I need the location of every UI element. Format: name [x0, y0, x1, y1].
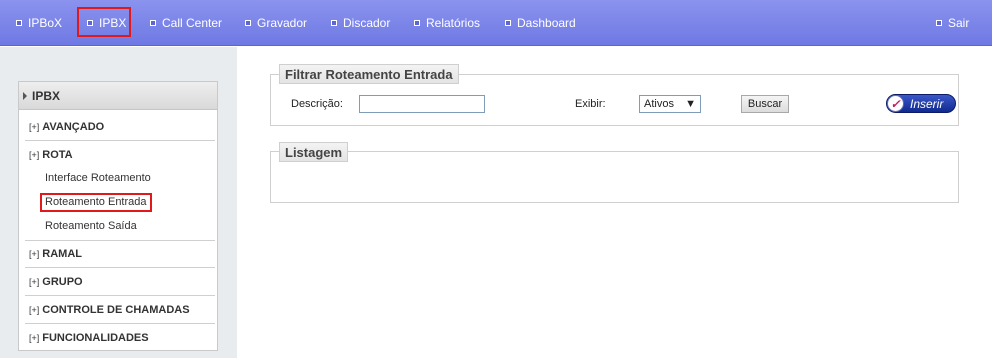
sidebar-header-label: IPBX [32, 88, 61, 103]
nav-item-dashboard[interactable]: Dashboard [505, 15, 576, 31]
bullet-icon [505, 20, 511, 26]
expand-icon: [+] [29, 150, 40, 160]
nav-item-label: Gravador [257, 16, 308, 30]
descricao-input[interactable] [359, 95, 485, 113]
insert-button-label: Inserir [910, 96, 944, 111]
search-button-label: Buscar [747, 98, 783, 110]
filter-panel-title: Filtrar Roteamento Entrada [279, 64, 459, 84]
nav-item-logout[interactable]: Sair [936, 15, 969, 31]
sidebar-group-controle-de-chamadas[interactable]: [+] CONTROLE DE CHAMADAS [25, 296, 215, 324]
listagem-panel [270, 151, 959, 203]
bullet-icon [150, 20, 156, 26]
caret-right-icon [23, 91, 27, 100]
sidebar-group-label: FUNCIONALIDADES [42, 332, 149, 344]
sidebar-group-label: ROTA [42, 149, 73, 161]
expand-icon: [+] [29, 333, 40, 343]
nav-item-call-center[interactable]: Call Center [150, 15, 222, 31]
nav-item-label: Dashboard [517, 16, 576, 30]
nav-item-relatorios[interactable]: Relatórios [414, 15, 480, 31]
sidebar-group-grupo[interactable]: [+] GRUPO [25, 268, 215, 296]
bullet-icon [331, 20, 337, 26]
sidebar-header[interactable]: IPBX [19, 82, 217, 110]
listagem-panel-title: Listagem [279, 142, 349, 162]
sidebar-group-label: GRUPO [42, 275, 83, 288]
bullet-icon [414, 20, 420, 26]
sidebar-group-rota[interactable]: [+] ROTA [25, 141, 215, 169]
sidebar-group-label: AVANÇADO [42, 120, 105, 133]
sidebar-group-funcionalidades[interactable]: [+] FUNCIONALIDADES [25, 324, 215, 352]
nav-item-label: IPBoX [28, 16, 63, 30]
highlight-box [40, 193, 152, 212]
top-nav: IPBoX IPBX Call Center Gravador Discador… [0, 0, 992, 46]
sidebar-group-ramal[interactable]: [+] RAMAL [25, 240, 215, 268]
sidebar-item-label: Interface Roteamento [45, 172, 151, 184]
dropdown-arrow-icon: ▼ [685, 98, 696, 110]
sidebar-group-avancado[interactable]: [+] AVANÇADO [25, 113, 215, 141]
sidebar-item-label: Roteamento Saída [45, 220, 137, 232]
insert-button[interactable]: ✓ Inserir [886, 94, 956, 113]
nav-item-label: Call Center [162, 16, 223, 30]
descricao-label: Descrição: [291, 98, 343, 110]
sidebar-group-label: CONTROLE DE CHAMADAS [42, 303, 190, 316]
bullet-icon [936, 20, 942, 26]
sidebar-item-interface-roteamento[interactable]: Interface Roteamento [45, 172, 151, 184]
nav-item-discador[interactable]: Discador [331, 15, 390, 31]
checkmark-icon: ✓ [887, 95, 904, 112]
exibir-select[interactable]: Ativos ▼ [639, 95, 701, 113]
bullet-icon [245, 20, 251, 26]
nav-item-label: Discador [343, 16, 391, 30]
search-button[interactable]: Buscar [741, 95, 789, 113]
expand-icon: [+] [29, 276, 40, 287]
bullet-icon [16, 20, 22, 26]
sidebar: IPBX [+] AVANÇADO [+] ROTA Interface Rot… [18, 81, 218, 351]
nav-item-label: Relatórios [426, 16, 481, 30]
sidebar-group-label: RAMAL [42, 248, 82, 260]
highlight-box [77, 7, 131, 37]
nav-item-label: Sair [948, 16, 970, 30]
expand-icon: [+] [29, 304, 40, 315]
nav-item-ipbox[interactable]: IPBoX [16, 15, 62, 31]
sidebar-item-roteamento-saida[interactable]: Roteamento Saída [45, 220, 137, 232]
nav-item-gravador[interactable]: Gravador [245, 15, 307, 31]
expand-icon: [+] [29, 249, 40, 259]
expand-icon: [+] [29, 121, 40, 132]
exibir-label: Exibir: [575, 98, 606, 110]
exibir-selected-value: Ativos [644, 98, 674, 110]
